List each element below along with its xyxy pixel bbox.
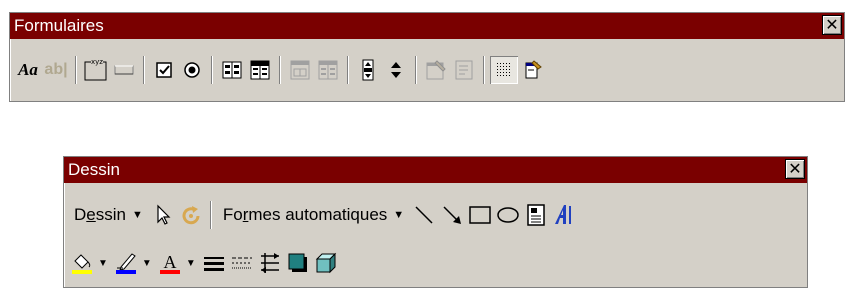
separator [483, 56, 485, 84]
edit-code-icon [455, 60, 473, 80]
run-dialog-button[interactable] [518, 56, 546, 84]
font-color-icon: A [159, 252, 180, 274]
control-properties-button[interactable] [422, 56, 450, 84]
draw-menu-label-suffix: ssin [95, 205, 126, 224]
arrow-icon [443, 206, 462, 224]
scroll-bar-icon [362, 59, 374, 81]
dessin-title-bar[interactable]: Dessin ✕ [64, 157, 807, 183]
group-box-button[interactable]: xyz [82, 56, 110, 84]
line-color-dropdown-arrow-icon[interactable]: ▼ [142, 258, 152, 269]
svg-text:xyz: xyz [91, 58, 103, 66]
dessin-title: Dessin [68, 160, 120, 179]
select-objects-button[interactable] [149, 201, 177, 229]
separator [211, 56, 213, 84]
option-button-icon [184, 62, 200, 78]
autoshapes-menu-label-suffix: mes automatiques [248, 205, 388, 224]
button-icon [114, 65, 134, 75]
svg-text:A: A [163, 252, 176, 272]
dash-style-icon [231, 257, 252, 269]
edit-code-button[interactable] [450, 56, 478, 84]
3d-button[interactable] [312, 249, 340, 277]
separator [209, 201, 212, 229]
line-color-icon [115, 253, 136, 274]
free-rotate-button[interactable] [177, 201, 205, 229]
oval-button[interactable] [494, 201, 522, 229]
3d-icon [315, 252, 336, 274]
font-color-button[interactable]: A [156, 249, 184, 277]
separator [75, 56, 77, 84]
autoshapes-menu-button[interactable]: Fo r mes automatiques ▼ [217, 201, 410, 229]
dash-style-button[interactable] [228, 249, 256, 277]
text-box-icon [527, 204, 545, 226]
dropdown-arrow-icon: ▼ [131, 209, 143, 221]
fill-color-icon [72, 254, 92, 274]
list-box-icon [222, 61, 242, 79]
edit-box-button[interactable]: ab| [42, 56, 70, 84]
separator [143, 56, 145, 84]
close-icon: ✕ [788, 159, 802, 178]
fill-color-swatch [72, 270, 92, 274]
label-button[interactable]: Aa [14, 56, 42, 84]
combo-list-edit-icon [290, 60, 310, 80]
spinner-icon [391, 62, 401, 78]
oval-icon [497, 207, 519, 223]
text-box-button[interactable] [522, 201, 550, 229]
fill-color-dropdown-arrow-icon[interactable]: ▼ [98, 258, 108, 269]
dessin-close-button[interactable]: ✕ [785, 159, 805, 179]
fill-color-button[interactable] [68, 249, 96, 277]
line-style-button[interactable] [200, 249, 228, 277]
wordart-button[interactable] [550, 201, 578, 229]
rectangle-icon [469, 206, 491, 224]
list-box-button[interactable] [218, 56, 246, 84]
free-rotate-icon [182, 206, 200, 225]
check-box-button[interactable] [150, 56, 178, 84]
shadow-button[interactable] [284, 249, 312, 277]
font-color-dropdown-arrow-icon[interactable]: ▼ [186, 258, 196, 269]
run-dialog-icon [525, 60, 542, 79]
separator [279, 56, 281, 84]
formulaires-title: Formulaires [14, 16, 104, 35]
draw-menu-hotkey: e [86, 205, 96, 224]
scroll-bar-button[interactable] [354, 56, 382, 84]
spinner-button[interactable] [382, 56, 410, 84]
edit-box-icon: ab| [44, 61, 68, 78]
dessin-toolbar: Dessin ✕ De ssin ▼ Fo r mes automatiques ▼ [63, 156, 808, 288]
formulaires-close-button[interactable]: ✕ [822, 15, 842, 35]
toggle-grid-icon [497, 63, 510, 76]
label-icon: Aa [18, 60, 38, 79]
check-box-icon [156, 62, 172, 78]
combo-dropdown-edit-button[interactable] [314, 56, 342, 84]
option-button[interactable] [178, 56, 206, 84]
close-icon: ✕ [825, 15, 839, 34]
line-button[interactable] [410, 201, 438, 229]
separator [415, 56, 417, 84]
arrow-style-icon [260, 253, 279, 273]
control-properties-icon [426, 60, 446, 80]
dropdown-arrow-icon: ▼ [393, 209, 405, 221]
wordart-icon [555, 205, 572, 224]
autoshapes-menu-label-prefix: Fo [222, 205, 243, 224]
arrow-style-button[interactable] [256, 249, 284, 277]
draw-menu-button[interactable]: De ssin ▼ [68, 201, 149, 229]
select-objects-icon [157, 204, 171, 225]
combo-dropdown-edit-icon [318, 60, 338, 80]
command-button[interactable] [110, 56, 138, 84]
combo-list-edit-button[interactable] [286, 56, 314, 84]
draw-menu-label-prefix: D [74, 205, 87, 224]
arrow-button[interactable] [438, 201, 466, 229]
combo-box-icon [250, 60, 270, 80]
formulaires-toolbar: Formulaires ✕ Aa ab| xyz [9, 12, 845, 102]
separator [347, 56, 349, 84]
line-icon [415, 206, 433, 224]
rectangle-button[interactable] [466, 201, 494, 229]
formulaires-title-bar[interactable]: Formulaires ✕ [10, 13, 844, 39]
group-box-icon: xyz [84, 58, 107, 81]
combo-box-button[interactable] [246, 56, 274, 84]
line-style-icon [203, 257, 224, 271]
toggle-grid-button[interactable] [490, 56, 518, 84]
shadow-icon [288, 253, 307, 272]
line-color-button[interactable] [112, 249, 140, 277]
